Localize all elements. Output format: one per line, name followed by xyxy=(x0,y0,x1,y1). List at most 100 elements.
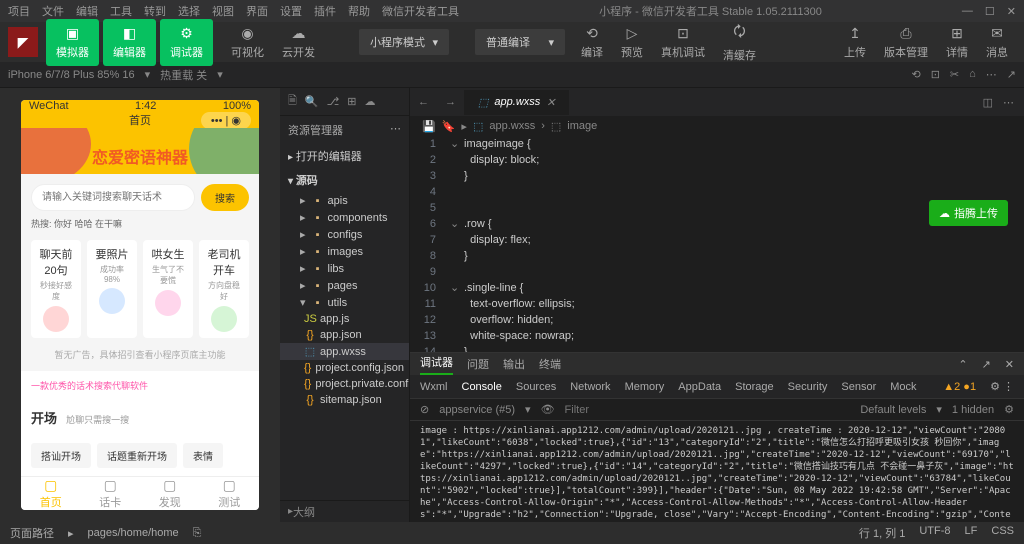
clear-icon[interactable]: ⊘ xyxy=(420,403,429,416)
toolbtn-详情[interactable]: ⊞详情 xyxy=(938,21,976,64)
output-tab[interactable]: 输出 xyxy=(503,356,525,372)
devtab-sources[interactable]: Sources xyxy=(516,381,556,393)
search-icon[interactable]: 🔍 xyxy=(305,95,319,108)
tree-app.json[interactable]: {}app.json xyxy=(280,327,409,343)
levels-select[interactable]: Default levels xyxy=(860,404,926,416)
toolbtn-消息[interactable]: ✉消息 xyxy=(978,21,1016,64)
devtab-appdata[interactable]: AppData xyxy=(678,381,721,393)
tabbar-测试[interactable]: ▢测试 xyxy=(200,477,260,510)
code-editor[interactable]: 1⌄imageimage {2 display: block;3}456⌄.ro… xyxy=(410,136,1024,352)
project-logo[interactable]: ◤ xyxy=(8,27,38,57)
devtab-sensor[interactable]: Sensor xyxy=(841,381,876,393)
mode-select[interactable]: 小程序模式▾ xyxy=(359,29,449,55)
language[interactable]: CSS xyxy=(991,525,1014,541)
toolbtn-可视化[interactable]: ◉可视化 xyxy=(223,21,272,64)
back-icon[interactable]: ← xyxy=(410,96,437,108)
phone-tab-话题重新开场[interactable]: 话题重新开场 xyxy=(97,443,177,468)
hotreload-select[interactable]: 热重载 关 xyxy=(160,67,207,83)
search-button[interactable]: 搜索 xyxy=(201,184,249,211)
screenshot-icon[interactable]: ⊡ xyxy=(931,68,940,81)
terminal-tab[interactable]: 终端 xyxy=(539,356,561,372)
capsule-button[interactable]: ••• | ◉ xyxy=(201,112,251,129)
popout-icon[interactable]: ↗ xyxy=(982,358,991,371)
save-icon[interactable]: 💾 xyxy=(422,120,436,133)
page-path-value[interactable]: pages/home/home xyxy=(88,527,179,539)
cut-icon[interactable]: ✂ xyxy=(950,68,959,81)
menu-选择[interactable]: 选择 xyxy=(178,3,200,19)
compile-select[interactable]: 普通编译▾ xyxy=(475,29,565,55)
upload-badge[interactable]: ☁指腾上传 xyxy=(929,200,1008,226)
menu-文件[interactable]: 文件 xyxy=(42,3,64,19)
toolbtn-版本管理[interactable]: ⎙版本管理 xyxy=(876,21,936,64)
cloud-icon[interactable]: ☁ xyxy=(364,95,375,108)
hidden-count[interactable]: 1 hidden xyxy=(952,404,994,416)
maximize-icon[interactable]: ☐ xyxy=(985,5,995,18)
tabbar-话卡[interactable]: ▢话卡 xyxy=(81,477,141,510)
tree-app.wxss[interactable]: ⬚app.wxss xyxy=(280,343,409,360)
devtools-settings-icon[interactable]: ⚙ ⋮ xyxy=(990,380,1014,393)
toolbtn-编译[interactable]: ⟲编译 xyxy=(573,17,611,67)
cursor-position[interactable]: 行 1, 列 1 xyxy=(859,525,905,541)
toolbtn-清缓存[interactable]: 🗘清缓存 xyxy=(715,17,764,67)
category-要照片[interactable]: 要照片成功率98% xyxy=(87,240,137,338)
search-input[interactable] xyxy=(31,184,195,211)
context-select[interactable]: appservice (#5) xyxy=(439,404,515,416)
problems-tab[interactable]: 问题 xyxy=(467,356,489,372)
category-哄女生[interactable]: 哄女生生气了不要慌 xyxy=(143,240,193,338)
toolbtn-真机调试[interactable]: ⊡真机调试 xyxy=(653,17,713,67)
close-icon[interactable]: ✕ xyxy=(1005,358,1014,371)
open-editors-section[interactable]: ▸ 打开的编辑器 xyxy=(280,144,409,168)
tree-project.config.json[interactable]: {}project.config.json xyxy=(280,360,409,376)
tree-project.private.config.js...[interactable]: {}project.private.config.js... xyxy=(280,376,409,392)
devtab-console[interactable]: Console xyxy=(462,381,502,393)
menu-转到[interactable]: 转到 xyxy=(144,3,166,19)
tree-libs[interactable]: ▪libs xyxy=(280,260,409,277)
menu-视图[interactable]: 视图 xyxy=(212,3,234,19)
toolbtn-上传[interactable]: ↥上传 xyxy=(836,21,874,64)
menu-帮助[interactable]: 帮助 xyxy=(348,3,370,19)
console-output[interactable]: image : https://xinlianai.app1212.com/ad… xyxy=(410,421,1024,522)
bookmark-icon[interactable]: 🔖 xyxy=(442,120,456,133)
forward-icon[interactable]: → xyxy=(437,96,464,108)
tree-app.js[interactable]: JSapp.js xyxy=(280,311,409,327)
breadcrumb[interactable]: 💾 🔖 ▸ ⬚app.wxss ›⬚image xyxy=(410,116,1024,136)
popout-icon[interactable]: ↗ xyxy=(1007,68,1016,81)
home-icon[interactable]: ⌂ xyxy=(969,68,976,81)
tabbar-首页[interactable]: ▢首页 xyxy=(21,477,81,510)
devtab-wxml[interactable]: Wxml xyxy=(420,381,448,393)
tree-images[interactable]: ▪images xyxy=(280,243,409,260)
phone-preview[interactable]: WeChat1:42100% 首页 ••• | ◉ 恋爱密语神器 30W+撩妹话… xyxy=(21,100,259,510)
close-tab-icon[interactable]: ✕ xyxy=(546,96,555,109)
rotate-icon[interactable]: ⟲ xyxy=(911,68,920,81)
files-icon[interactable]: 🗎 xyxy=(288,92,297,111)
devtab-memory[interactable]: Memory xyxy=(625,381,665,393)
toolbtn-预览[interactable]: ▷预览 xyxy=(613,17,651,67)
toolbtn-编辑器[interactable]: ◧编辑器 xyxy=(103,19,156,66)
source-section[interactable]: ▾ 源码 xyxy=(280,168,409,192)
tree-configs[interactable]: ▪configs xyxy=(280,226,409,243)
tree-sitemap.json[interactable]: {}sitemap.json xyxy=(280,392,409,408)
tab-app-wxss[interactable]: ⬚app.wxss✕ xyxy=(464,90,569,115)
phone-tab-搭讪开场[interactable]: 搭讪开场 xyxy=(31,443,91,468)
menu-插件[interactable]: 插件 xyxy=(314,3,336,19)
eye-icon[interactable]: 👁 xyxy=(541,403,555,416)
devtab-mock[interactable]: Mock xyxy=(890,381,916,393)
eol[interactable]: LF xyxy=(965,525,978,541)
more-icon[interactable]: ⋯ xyxy=(986,68,997,81)
minimize-icon[interactable]: — xyxy=(962,5,973,18)
devtab-security[interactable]: Security xyxy=(788,381,828,393)
category-聊天前20句[interactable]: 聊天前20句秒接好感度 xyxy=(31,240,81,338)
ext-icon[interactable]: ⊞ xyxy=(347,95,356,108)
menu-微信开发者工具[interactable]: 微信开发者工具 xyxy=(382,3,459,19)
category-老司机开车[interactable]: 老司机开车方向盘稳好 xyxy=(199,240,249,338)
toolbtn-云开发[interactable]: ☁云开发 xyxy=(274,21,323,64)
hot-tags[interactable]: 热搜: 你好 哈哈 在干嘛 xyxy=(31,217,249,230)
warning-count[interactable]: ▲2 ●1 xyxy=(943,381,976,393)
device-select[interactable]: iPhone 6/7/8 Plus 85% 16 xyxy=(8,69,135,81)
copy-icon[interactable]: ⎘ xyxy=(193,527,202,540)
outline-section[interactable]: ▸ 大纲 xyxy=(280,500,409,522)
menu-界面[interactable]: 界面 xyxy=(246,3,268,19)
more-icon[interactable]: ⋯ xyxy=(1003,96,1014,109)
phone-tab-表情[interactable]: 表情 xyxy=(183,443,223,468)
tree-apis[interactable]: ▪apis xyxy=(280,192,409,209)
